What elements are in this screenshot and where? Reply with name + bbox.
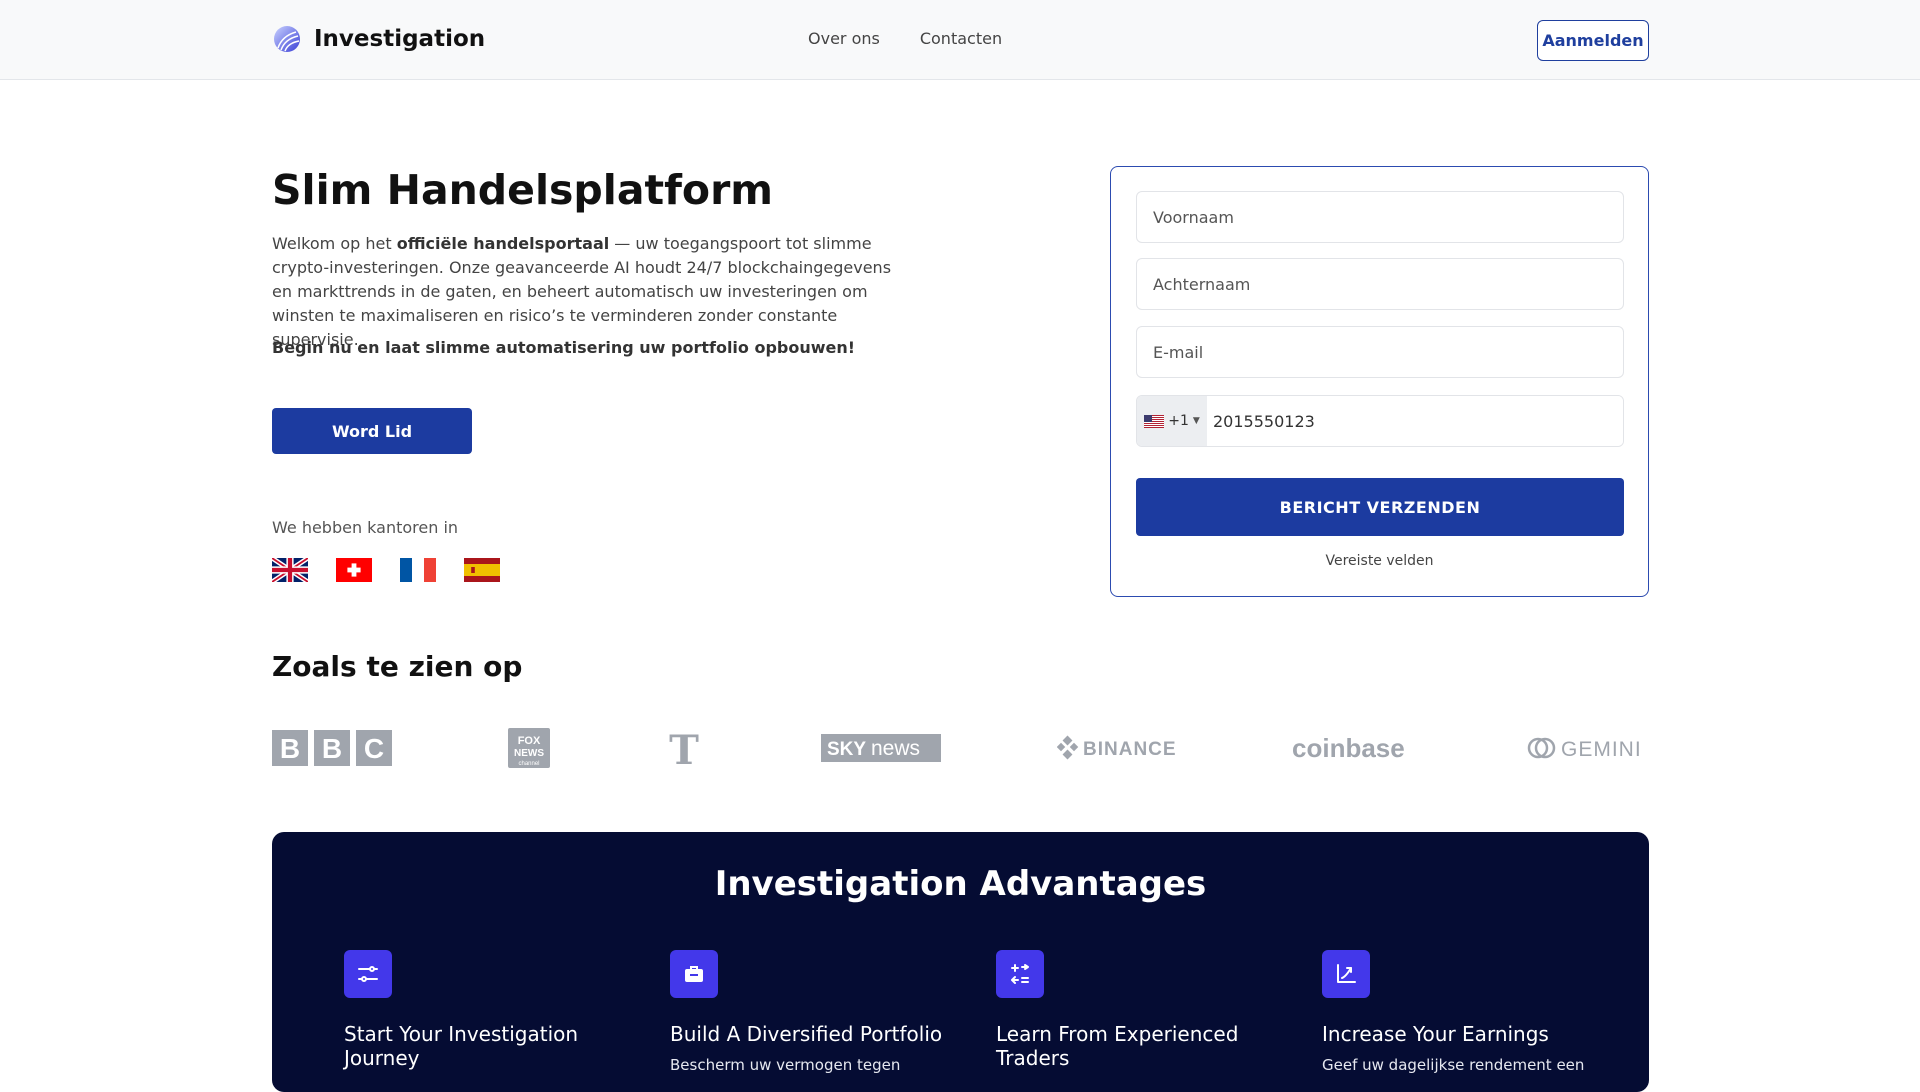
hero-cta-text: Begin nu en laat slimme automatisering u… xyxy=(272,338,856,357)
uk-flag-icon xyxy=(272,558,308,582)
sliders-icon xyxy=(344,950,392,998)
signup-form: +1 ▼ BERICHT VERZENDEN Vereiste velden xyxy=(1110,166,1649,597)
svg-text:channel: channel xyxy=(518,761,539,767)
hero-intro-bold: officiële handelsportaal xyxy=(396,234,610,253)
growth-chart-icon xyxy=(1322,950,1370,998)
country-code: +1 xyxy=(1168,413,1189,429)
nav-item-contact[interactable]: Contacten xyxy=(920,29,1002,48)
advantage-item: Start Your Investigation Journey xyxy=(344,950,624,1078)
coinbase-logo: coinbase xyxy=(1292,732,1414,764)
advantage-item: Increase Your Earnings Geef uw dagelijks… xyxy=(1322,950,1602,1076)
chevron-down-icon: ▼ xyxy=(1192,416,1200,426)
advantages-section: Investigation Advantages Start Your Inve… xyxy=(272,832,1649,1092)
svg-text:SKY: SKY xyxy=(827,739,866,760)
svg-text:NEWS: NEWS xyxy=(514,748,544,759)
email-field[interactable] xyxy=(1136,326,1624,378)
media-logos: B B C FOX NEWS channel T SKY news BINANC… xyxy=(272,720,1649,776)
svg-text:news: news xyxy=(871,737,920,760)
fox-news-logo: FOX NEWS channel xyxy=(508,728,550,768)
first-name-field[interactable] xyxy=(1136,191,1624,243)
advantage-title: Increase Your Earnings xyxy=(1322,1022,1549,1046)
bbc-logo: B B C xyxy=(272,730,392,766)
last-name-field[interactable] xyxy=(1136,258,1624,310)
phone-input[interactable] xyxy=(1207,396,1623,446)
svg-text:FOX: FOX xyxy=(518,735,541,747)
brand-logo-icon xyxy=(274,26,300,52)
brand-name: Investigation xyxy=(314,26,486,52)
country-code-select[interactable]: +1 ▼ xyxy=(1137,396,1207,446)
page-title: Slim Handelsplatform xyxy=(272,166,774,214)
briefcase-icon xyxy=(670,950,718,998)
france-flag-icon xyxy=(400,558,436,582)
login-button[interactable]: Aanmelden xyxy=(1537,20,1649,61)
spain-flag-icon xyxy=(464,558,500,582)
advantage-text: Geef uw dagelijkse rendement een xyxy=(1322,1056,1585,1074)
office-flags xyxy=(272,558,500,582)
advantage-title: Start Your Investigation Journey xyxy=(344,1022,579,1070)
sky-news-logo: SKY news xyxy=(821,734,941,762)
us-flag-icon xyxy=(1144,414,1165,428)
advantage-item: Learn From Experienced Traders xyxy=(996,950,1276,1078)
main-nav: Over ons Contacten xyxy=(808,29,1002,48)
advantage-title: Learn From Experienced Traders xyxy=(996,1022,1239,1070)
bbc-letter-c: C xyxy=(364,733,384,764)
offices-label: We hebben kantoren in xyxy=(272,518,459,537)
advantage-item: Build A Diversified Portfolio Bescherm u… xyxy=(670,950,950,1076)
nyt-logo: T xyxy=(668,726,700,770)
site-header: Investigation Over ons Contacten Aanmeld… xyxy=(0,0,1920,80)
advantage-text: Bescherm uw vermogen tegen xyxy=(670,1056,901,1074)
hero-description: Welkom op het officiële handelsportaal —… xyxy=(272,232,892,352)
exchange-icon xyxy=(996,950,1044,998)
nyt-letter: T xyxy=(669,727,699,770)
seen-on-title: Zoals te zien op xyxy=(272,650,523,683)
advantages-title: Investigation Advantages xyxy=(714,864,1207,904)
advantage-title: Build A Diversified Portfolio xyxy=(670,1022,943,1046)
binance-logo: BINANCE xyxy=(1057,734,1179,762)
phone-field: +1 ▼ xyxy=(1136,395,1624,447)
submit-button[interactable]: BERICHT VERZENDEN xyxy=(1136,478,1624,536)
required-note: Vereiste velden xyxy=(1325,553,1434,569)
svg-text:coinbase: coinbase xyxy=(1292,733,1405,763)
svg-text:GEMINI: GEMINI xyxy=(1561,738,1642,761)
hero-intro-pre: Welkom op het xyxy=(272,234,397,253)
gemini-logo: GEMINI xyxy=(1527,734,1649,762)
join-button[interactable]: Word Lid xyxy=(272,408,472,454)
svg-text:BINANCE: BINANCE xyxy=(1083,739,1177,760)
nav-item-about[interactable]: Over ons xyxy=(808,29,880,48)
brand-logo[interactable]: Investigation xyxy=(272,24,485,54)
bbc-letter-b2: B xyxy=(322,733,342,764)
bbc-letter-b1: B xyxy=(280,733,300,764)
swiss-flag-icon xyxy=(336,558,372,582)
